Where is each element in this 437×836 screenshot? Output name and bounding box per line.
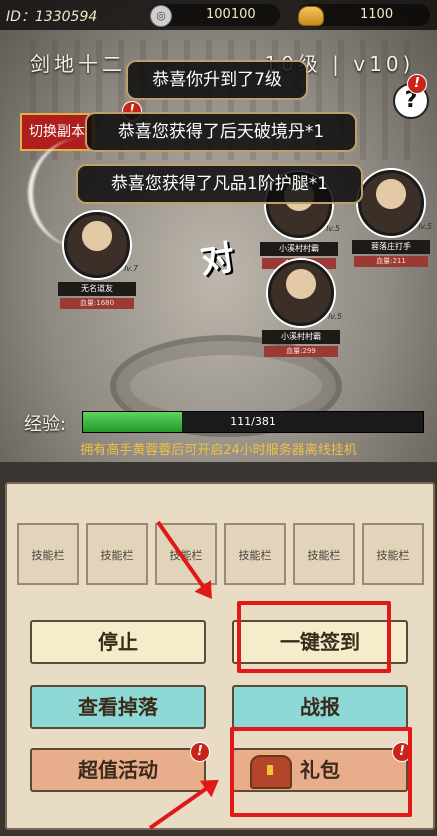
highlight-box <box>237 601 391 673</box>
highlight-box <box>230 727 412 817</box>
enemy-name: 小溪村村霸 <box>260 242 338 256</box>
skill-slot[interactable]: 技能栏 <box>224 523 286 585</box>
player-name: 无名道友 <box>58 282 136 296</box>
player-portrait <box>64 212 130 278</box>
enemy-level: lv.5 <box>328 312 342 321</box>
stop-button[interactable]: 停止 <box>30 620 206 664</box>
coin-icon: ◎ <box>150 5 172 27</box>
view-drops-button[interactable]: 查看掉落 <box>30 685 206 729</box>
dungeon-title-text: 剑地十二 <box>30 52 126 76</box>
silver-counter: ◎ 100100 <box>150 4 280 27</box>
toast-message: 恭喜你升到了7级 <box>126 60 308 100</box>
enemy-name: 小溪村村霸 <box>262 330 340 344</box>
player-level: lv.7 <box>124 264 138 273</box>
skill-slot[interactable]: 技能栏 <box>86 523 148 585</box>
silver-value: 100100 <box>206 7 256 22</box>
toast-message: 恭喜您获得了后天破境丹*1 <box>85 112 357 152</box>
enemy-name: 蓉落庄打手 <box>352 240 430 254</box>
activity-label: 超值活动 <box>78 758 158 782</box>
toast-message: 恭喜您获得了凡品1阶护腿*1 <box>76 164 363 204</box>
enemy-portrait <box>268 260 334 326</box>
skill-slot[interactable]: 技能栏 <box>17 523 79 585</box>
player-hp: 血量:1680 <box>60 298 134 309</box>
gold-ingot-icon <box>298 6 324 26</box>
activity-button[interactable]: 超值活动 ! <box>30 742 210 792</box>
offline-tip: 拥有高手黄蓉蓉后可开启24小时服务器离线挂机 <box>80 443 357 458</box>
alert-icon: ! <box>190 742 210 762</box>
enemy-level: lv.5 <box>418 222 432 231</box>
battle-report-button[interactable]: 战报 <box>232 685 408 729</box>
experience-bar: 111/381 <box>82 411 424 433</box>
experience-label: 经验: <box>24 414 67 435</box>
gold-value: 1100 <box>360 7 394 22</box>
versus-glyph: 对 <box>197 237 238 283</box>
alert-icon: ! <box>407 74 427 94</box>
player-character[interactable]: lv.7 无名道友 血量:1680 <box>58 212 138 309</box>
enemy-character[interactable]: lv.5 蓉落庄打手 血量:211 <box>352 170 432 267</box>
top-status-bar: ID：1330594 ◎ 100100 1100 <box>0 0 437 30</box>
experience-text: 111/381 <box>230 415 276 428</box>
enemy-character[interactable]: lv.5 小溪村村霸 血量:299 <box>262 260 342 357</box>
enemy-level: lv.5 <box>326 224 340 233</box>
skill-slot[interactable]: 技能栏 <box>362 523 424 585</box>
gold-counter: 1100 <box>298 4 430 26</box>
skill-slot[interactable]: 技能栏 <box>293 523 355 585</box>
player-id: ID：1330594 <box>6 9 98 25</box>
enemy-portrait <box>358 170 424 236</box>
help-button[interactable]: ? ! <box>393 74 429 119</box>
enemy-hp: 血量:299 <box>264 346 338 357</box>
enemy-hp: 血量:211 <box>354 256 428 267</box>
